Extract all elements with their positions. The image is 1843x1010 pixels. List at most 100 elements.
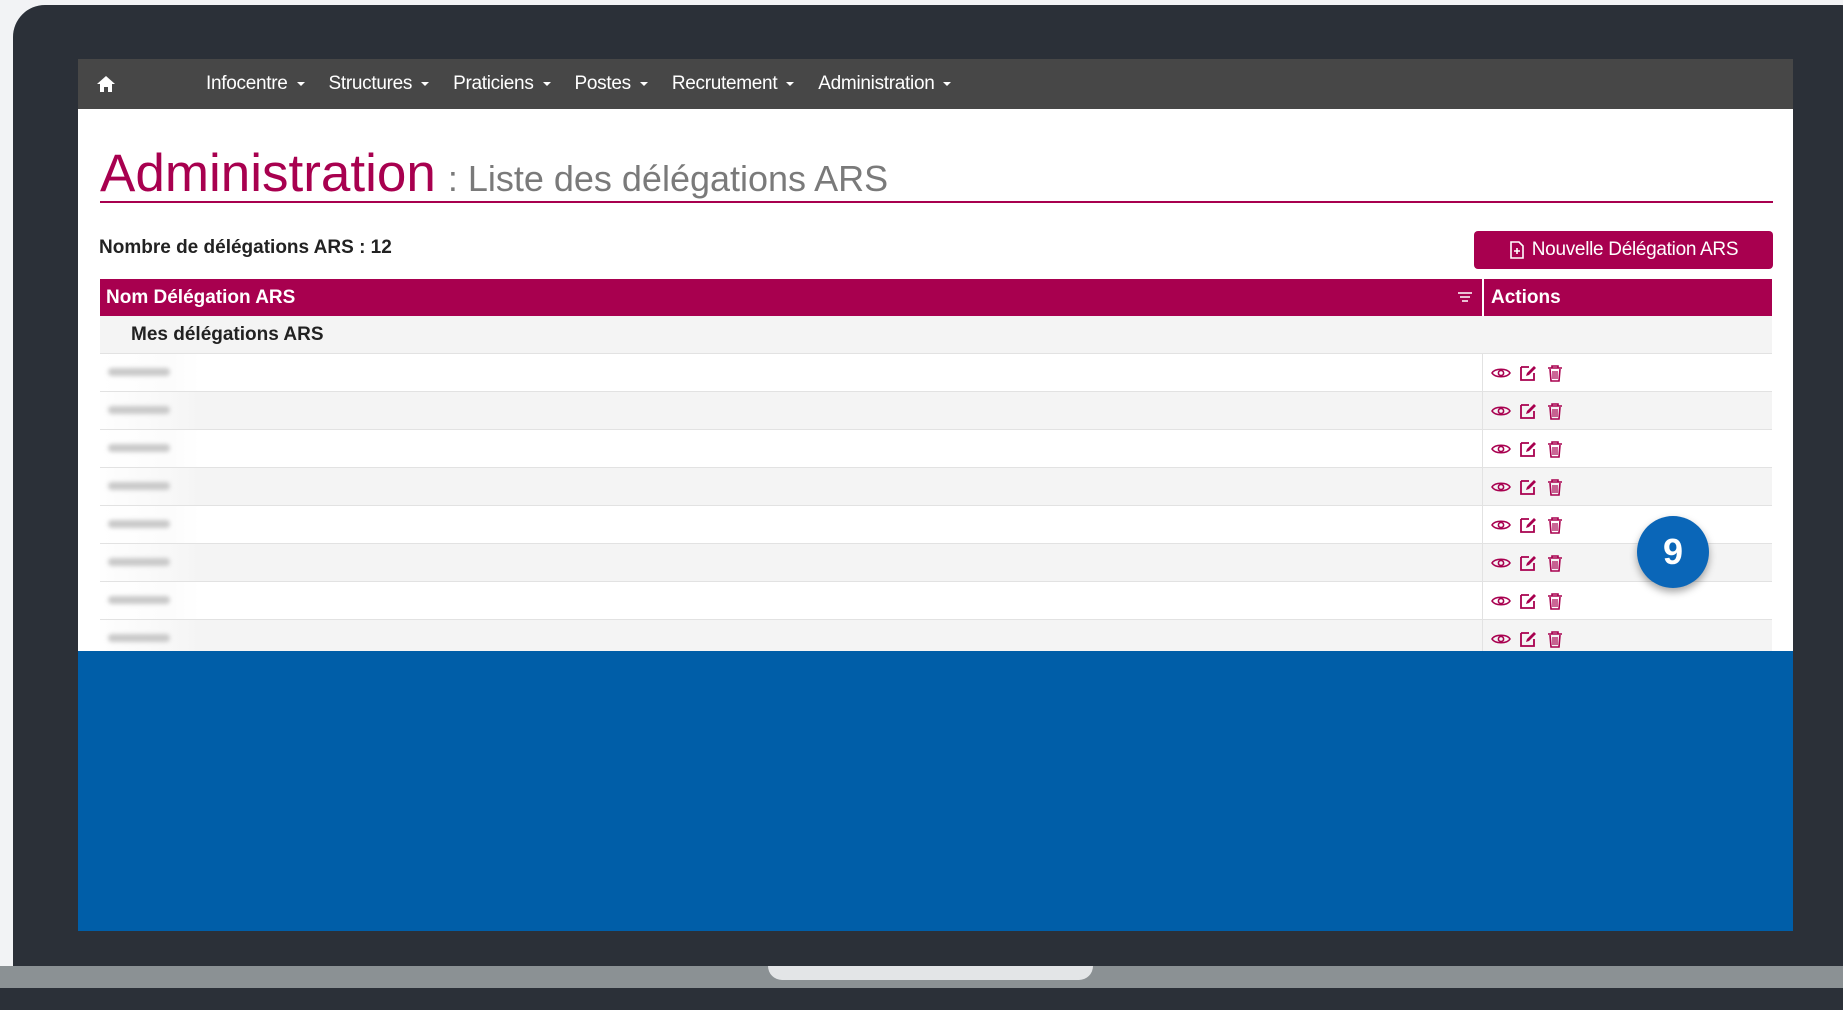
edit-icon[interactable] xyxy=(1516,400,1540,422)
redacted-name xyxy=(100,620,200,651)
nav-item-infocentre[interactable]: Infocentre xyxy=(206,73,305,95)
eye-icon[interactable] xyxy=(1489,438,1513,460)
nav-item-label: Administration xyxy=(818,73,935,94)
table-header: Nom Délégation ARS Actions xyxy=(100,279,1772,316)
eye-icon[interactable] xyxy=(1489,628,1513,650)
delegations-table: Nom Délégation ARS Actions Mes délégatio… xyxy=(100,279,1772,651)
delegation-name-cell xyxy=(100,392,1482,429)
nav-menu: Infocentre Structures Praticiens Postes … xyxy=(206,59,975,109)
eye-icon[interactable] xyxy=(1489,552,1513,574)
group-label: Mes délégations ARS xyxy=(131,323,324,345)
column-header-actions: Actions xyxy=(1482,279,1772,316)
eye-icon[interactable] xyxy=(1489,590,1513,612)
nav-item-label: Postes xyxy=(574,73,632,94)
table-row xyxy=(100,354,1772,392)
eye-icon[interactable] xyxy=(1489,476,1513,498)
redacted-name xyxy=(100,354,200,391)
file-plus-icon xyxy=(1509,241,1524,259)
caret-down-icon xyxy=(542,82,551,86)
nav-item-label: Structures xyxy=(328,73,413,94)
new-delegation-button[interactable]: Nouvelle Délégation ARS xyxy=(1474,231,1773,269)
laptop-notch xyxy=(768,966,1093,980)
actions-cell xyxy=(1482,392,1772,429)
redacted-text xyxy=(108,596,170,604)
column-header-label: Actions xyxy=(1491,286,1561,308)
table-row xyxy=(100,430,1772,468)
caret-down-icon xyxy=(421,82,430,86)
delegation-name-cell xyxy=(100,430,1482,467)
caret-down-icon xyxy=(639,82,648,86)
edit-icon[interactable] xyxy=(1516,552,1540,574)
sort-icon[interactable] xyxy=(1458,292,1472,302)
top-navbar: Infocentre Structures Praticiens Postes … xyxy=(78,59,1793,109)
table-row xyxy=(100,506,1772,544)
laptop-bottom-edge xyxy=(0,988,1843,1010)
actions-cell xyxy=(1482,620,1772,651)
edit-icon[interactable] xyxy=(1516,438,1540,460)
table-row xyxy=(100,468,1772,506)
page-title-main: Administration xyxy=(100,144,436,203)
delegation-name-cell xyxy=(100,582,1482,619)
nav-item-praticiens[interactable]: Praticiens xyxy=(453,73,551,95)
redacted-text xyxy=(108,634,170,642)
actions-cell xyxy=(1482,506,1772,543)
delegation-name-cell xyxy=(100,468,1482,505)
trash-icon[interactable] xyxy=(1543,590,1567,612)
eye-icon[interactable] xyxy=(1489,514,1513,536)
trash-icon[interactable] xyxy=(1543,514,1567,536)
table-row xyxy=(100,582,1772,620)
step-badge: 9 xyxy=(1637,516,1709,588)
actions-cell xyxy=(1482,430,1772,467)
edit-icon[interactable] xyxy=(1516,362,1540,384)
delegation-name-cell xyxy=(100,620,1482,651)
page-title: Administration : Liste des délégations AR… xyxy=(100,143,888,204)
trash-icon[interactable] xyxy=(1543,400,1567,422)
column-header-name[interactable]: Nom Délégation ARS xyxy=(100,279,1482,316)
trash-icon[interactable] xyxy=(1543,438,1567,460)
redacted-text xyxy=(108,482,170,490)
trash-icon[interactable] xyxy=(1543,362,1567,384)
redacted-text xyxy=(108,406,170,414)
eye-icon[interactable] xyxy=(1489,400,1513,422)
page-subtitle: : Liste des délégations ARS xyxy=(447,158,889,199)
actions-cell xyxy=(1482,582,1772,619)
table-row xyxy=(100,620,1772,651)
redacted-name xyxy=(100,468,200,505)
trash-icon[interactable] xyxy=(1543,476,1567,498)
nav-item-label: Infocentre xyxy=(206,73,288,94)
redacted-text xyxy=(108,558,170,566)
step-number: 9 xyxy=(1662,531,1684,572)
group-row: Mes délégations ARS xyxy=(100,316,1772,354)
redacted-text xyxy=(108,520,170,528)
delegation-name-cell xyxy=(100,354,1482,391)
redacted-text xyxy=(108,444,170,452)
edit-icon[interactable] xyxy=(1516,628,1540,650)
edit-icon[interactable] xyxy=(1516,514,1540,536)
nav-item-structures[interactable]: Structures xyxy=(329,73,430,95)
title-divider xyxy=(100,201,1773,203)
edit-icon[interactable] xyxy=(1516,476,1540,498)
actions-cell xyxy=(1482,544,1772,581)
nav-item-label: Praticiens xyxy=(453,73,534,94)
column-header-label: Nom Délégation ARS xyxy=(106,286,296,308)
delegation-name-cell xyxy=(100,506,1482,543)
redacted-name xyxy=(100,392,200,429)
redacted-text xyxy=(108,368,170,376)
caret-down-icon xyxy=(296,82,305,86)
nav-item-administration[interactable]: Administration xyxy=(818,73,952,95)
delegation-count: Nombre de délégations ARS : 12 xyxy=(99,237,392,258)
nav-item-recrutement[interactable]: Recrutement xyxy=(671,73,795,95)
redacted-name xyxy=(100,506,200,543)
home-icon[interactable] xyxy=(96,75,116,93)
table-row xyxy=(100,392,1772,430)
eye-icon[interactable] xyxy=(1489,362,1513,384)
trash-icon[interactable] xyxy=(1543,628,1567,650)
trash-icon[interactable] xyxy=(1543,552,1567,574)
edit-icon[interactable] xyxy=(1516,590,1540,612)
redacted-name xyxy=(100,430,200,467)
nav-item-label: Recrutement xyxy=(671,73,778,94)
nav-item-postes[interactable]: Postes xyxy=(575,73,648,95)
delegation-name-cell xyxy=(100,544,1482,581)
caret-down-icon xyxy=(786,82,795,86)
caret-down-icon xyxy=(943,82,952,86)
